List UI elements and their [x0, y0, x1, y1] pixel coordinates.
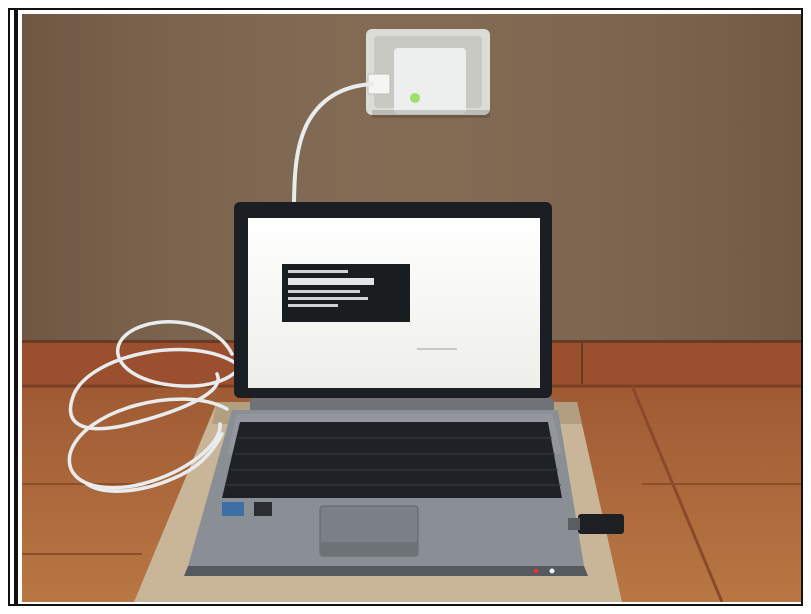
- laptop-front-edge: [184, 566, 588, 576]
- scene-svg: [22, 14, 801, 602]
- laptop-hinge: [250, 398, 554, 412]
- keyboard: [222, 422, 562, 498]
- screen-bottom-text: [417, 348, 457, 350]
- status-led-icon: [533, 568, 539, 574]
- terminal-text-line: [288, 297, 368, 300]
- status-led-icon: [549, 568, 555, 574]
- usb-wireless-dongle: [578, 514, 624, 534]
- intel-sticker: [222, 502, 244, 516]
- usb-dongle-connector: [568, 518, 580, 530]
- power-led-icon: [410, 93, 420, 103]
- terminal-text-line: [288, 304, 338, 307]
- terminal-text-line: [288, 290, 360, 293]
- powerline-adapter: [394, 48, 466, 114]
- adapter-shadow: [372, 110, 490, 118]
- terminal-text-line: [288, 278, 374, 285]
- image-border-left: [14, 10, 18, 604]
- terminal-text-line: [288, 270, 348, 273]
- touchpad-buttons: [320, 542, 418, 556]
- windows-sticker: [254, 502, 272, 516]
- photo: [22, 14, 801, 602]
